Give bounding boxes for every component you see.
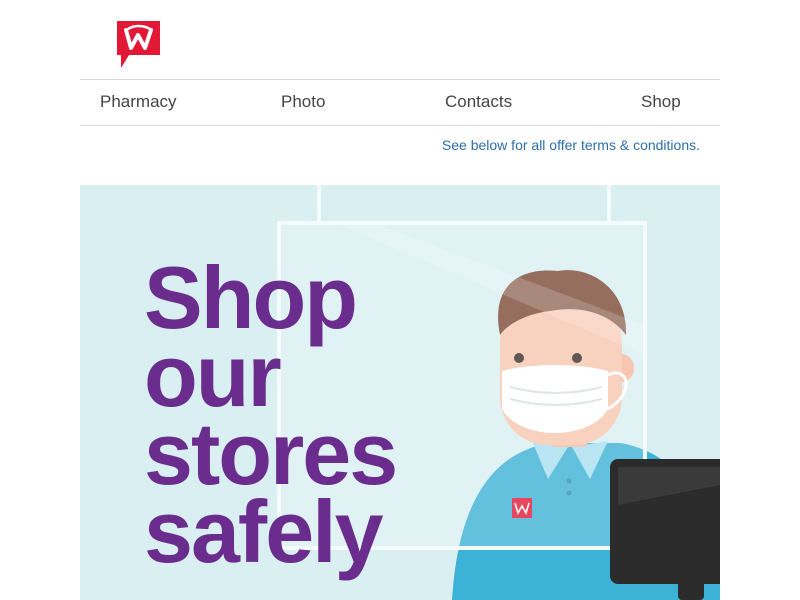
nav-item-pharmacy[interactable]: Pharmacy <box>100 92 177 112</box>
nav-item-contacts[interactable]: Contacts <box>445 92 512 112</box>
hero-headline: Shop our stores safely <box>144 254 398 581</box>
hero-banner[interactable]: Shop our stores safely <box>80 185 720 600</box>
headline-line: safely <box>144 482 384 581</box>
email-container: Pharmacy Photo Contacts Shop See below f… <box>80 0 720 600</box>
walgreens-logo-icon[interactable] <box>117 21 160 68</box>
nav-item-shop[interactable]: Shop <box>641 92 681 112</box>
main-nav: Pharmacy Photo Contacts Shop <box>80 79 720 126</box>
terms-link[interactable]: See below for all offer terms & conditio… <box>442 137 700 153</box>
nav-item-photo[interactable]: Photo <box>281 92 325 112</box>
